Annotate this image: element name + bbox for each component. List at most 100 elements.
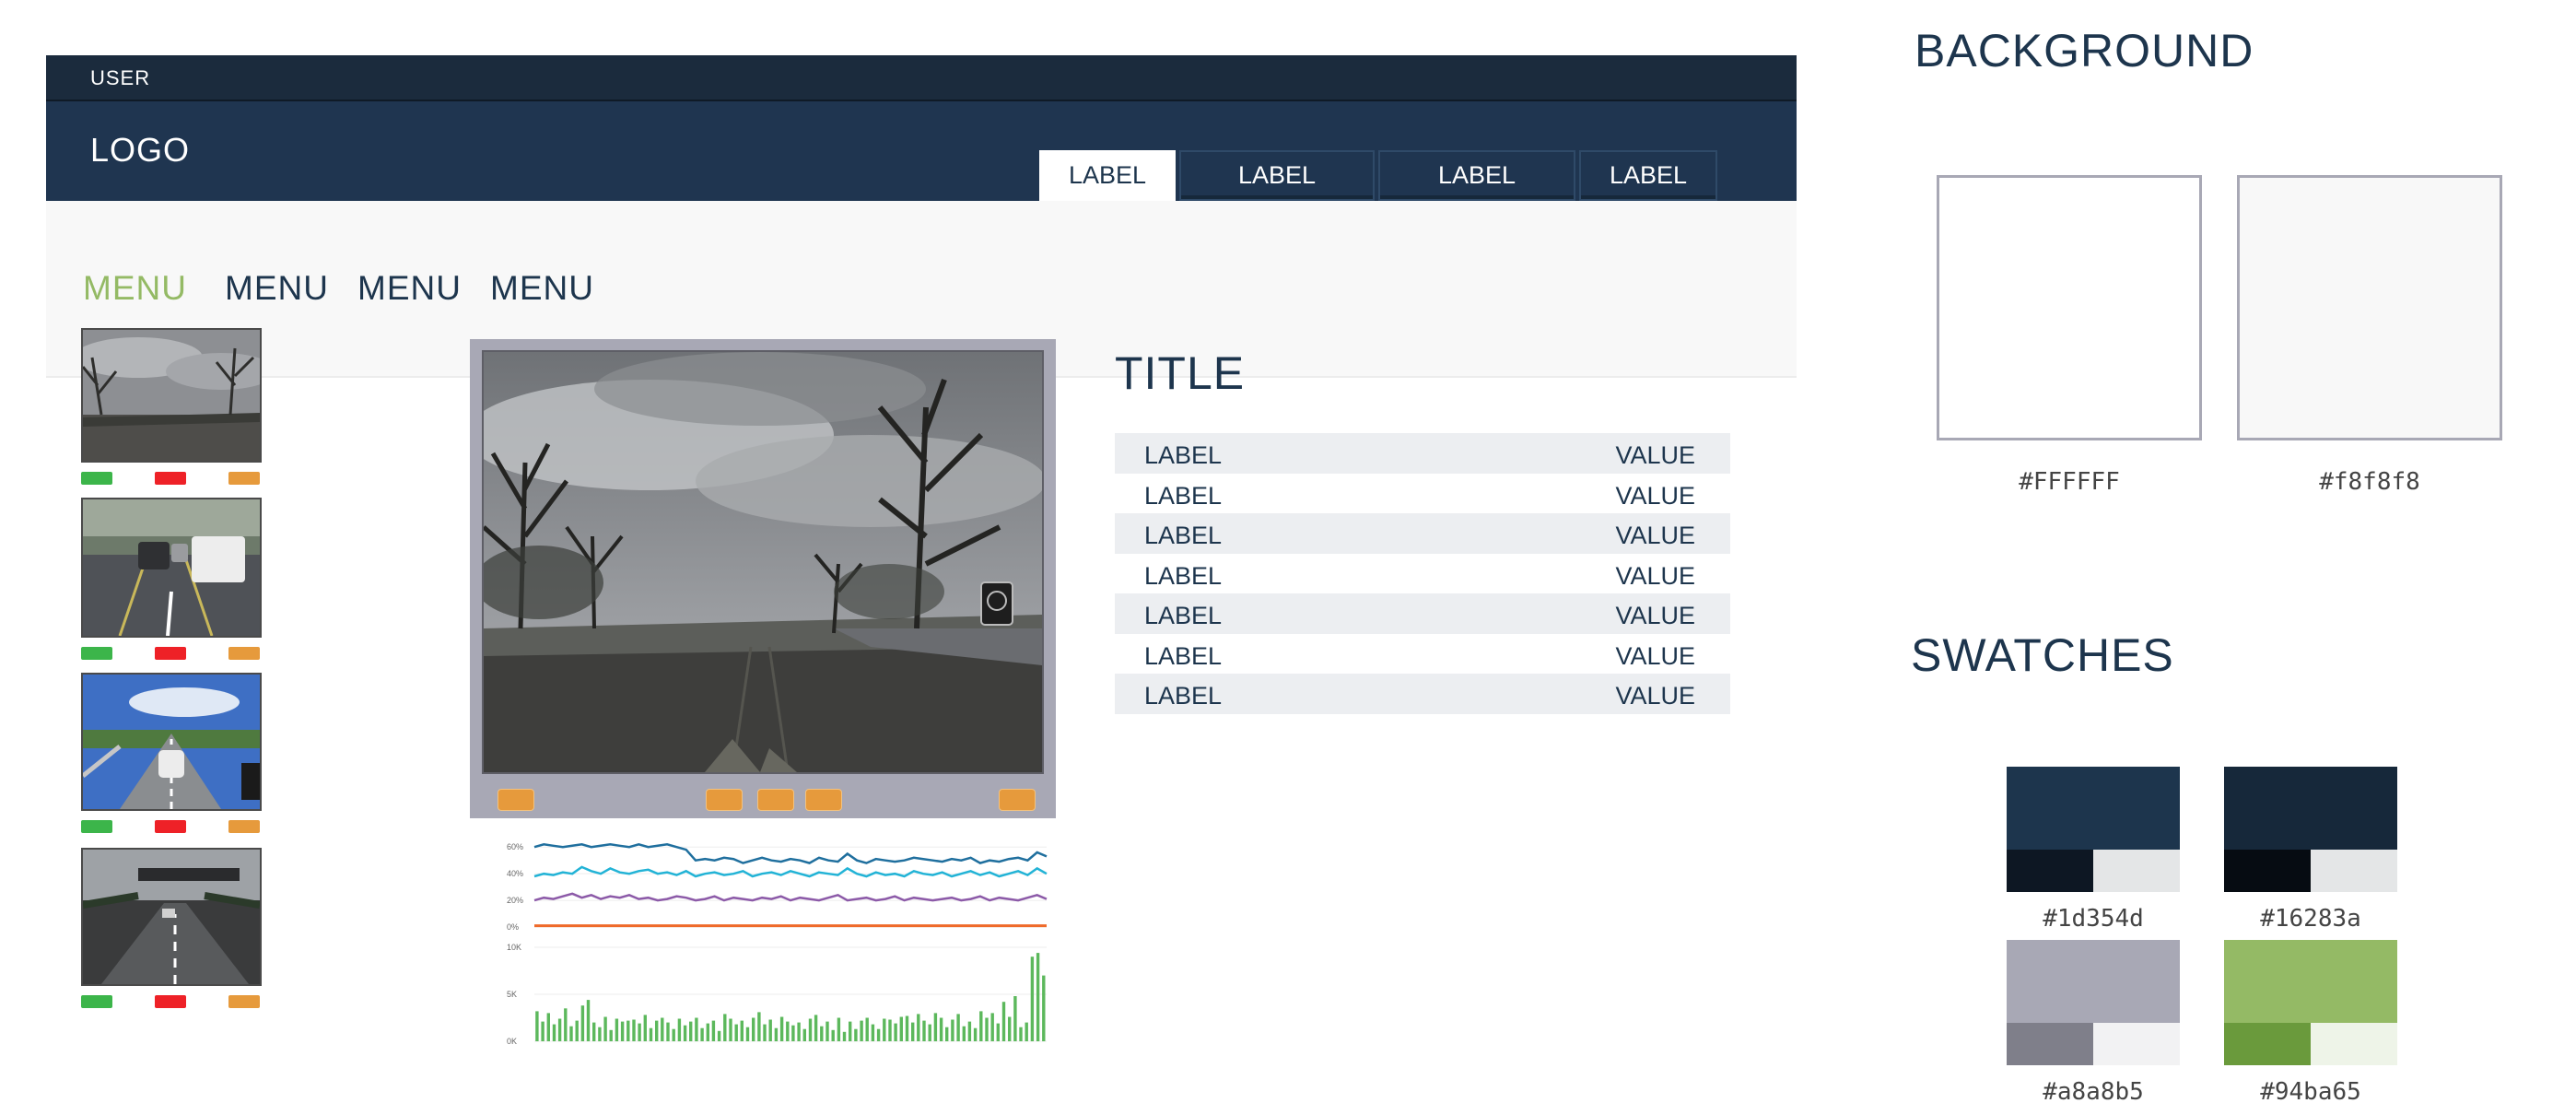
status-green[interactable] [81,820,112,833]
status-red[interactable] [155,647,186,660]
fullscreen-button[interactable] [999,789,1036,811]
video-frame[interactable] [482,350,1044,774]
bar [683,1025,687,1041]
status-orange[interactable] [228,472,260,485]
bar [865,1017,869,1041]
bar [598,1027,602,1041]
tab-1[interactable]: LABEL [1039,150,1176,201]
bar [928,1024,931,1041]
bar [814,1015,818,1041]
thumbnail-image [82,850,261,984]
bar [603,1016,607,1041]
status-green[interactable] [81,472,112,485]
video-image [484,352,1042,772]
bar [643,1015,647,1041]
menu-item-4[interactable]: MENU [490,269,594,308]
row-label: LABEL [1144,441,1223,469]
bar [860,1020,863,1041]
bar [689,1021,693,1041]
tab-3[interactable]: LABEL [1378,150,1575,201]
y-tick-label: 5K [507,990,517,999]
thumbnail-2[interactable] [81,498,262,638]
menu-item-2[interactable]: MENU [225,269,329,308]
bar [763,1024,767,1041]
table-row: LABEL VALUE [1115,593,1730,634]
bar [883,1018,886,1041]
bar [592,1022,596,1041]
thumbnail-1[interactable] [74,328,276,463]
row-value: VALUE [1615,602,1695,629]
status-red[interactable] [155,995,186,1008]
tab-2[interactable]: LABEL [1179,150,1375,201]
bar [609,1029,613,1041]
previous-button[interactable] [706,789,743,811]
bar [933,1013,938,1041]
play-button[interactable] [757,789,794,811]
bar [1013,996,1017,1041]
bar [973,1027,978,1041]
swatch-1-caption: #1d354d [2043,905,2144,933]
swatch-4-caption: #94ba65 [2260,1078,2361,1106]
bar [586,1000,591,1041]
y-tick-label: 60% [507,842,523,851]
bar [661,1017,664,1041]
bar [649,1027,653,1041]
status-orange[interactable] [228,820,260,833]
next-button[interactable] [805,789,842,811]
bar [979,1011,983,1041]
bar [779,1016,784,1041]
y-tick-label: 40% [507,869,523,878]
bar [620,1021,625,1041]
status-green[interactable] [81,995,112,1008]
bar [717,1030,721,1041]
logo[interactable]: LOGO [90,131,190,170]
bar [655,1020,659,1041]
bar [1019,1027,1023,1041]
bar [1042,975,1046,1041]
table-row: LABEL VALUE [1115,433,1730,474]
bar [535,1011,539,1041]
bar [922,1020,926,1041]
thumbnail-4[interactable] [81,848,262,986]
bar [837,1017,841,1041]
bar [842,1031,847,1041]
line-series-2 [533,865,1048,878]
bar [541,1021,544,1041]
bar [632,1019,636,1041]
background-swatch-1-caption: #FFFFFF [2019,468,2120,496]
status-orange[interactable] [228,995,260,1008]
rewind-button[interactable] [498,789,534,811]
row-value: VALUE [1615,641,1695,670]
bar [831,1029,835,1041]
swatch-main [2224,940,2397,1023]
bar [1001,1002,1006,1041]
bar [557,1018,562,1041]
y-tick-label: 20% [507,896,523,905]
status-red[interactable] [155,820,186,833]
user-menu[interactable]: USER [90,66,150,90]
swatch-light [2311,1023,2397,1065]
menu-item-3[interactable]: MENU [357,269,462,308]
bar [615,1018,619,1041]
details-title: TITLE [1115,347,1246,399]
bar [626,1020,630,1041]
thumbnail-3[interactable] [81,673,262,811]
bar [996,1023,1000,1041]
bar [1008,1016,1012,1041]
thumbnail-image [74,330,276,461]
status-green[interactable] [81,647,112,660]
swatch-light [2093,1023,2180,1065]
background-swatch-2-caption: #f8f8f8 [2319,468,2420,496]
swatch-main [2224,767,2397,850]
bar [575,1020,579,1041]
y-tick-label: 10K [507,943,521,952]
menu-item-1[interactable]: MENU [83,269,187,308]
y-tick-label: 0% [507,922,519,932]
bar [854,1028,858,1041]
status-red[interactable] [155,472,186,485]
swatch-light [2311,850,2397,892]
bar [745,1027,750,1041]
bar [990,1013,994,1041]
tab-4[interactable]: LABEL [1579,150,1717,201]
status-orange[interactable] [228,647,260,660]
